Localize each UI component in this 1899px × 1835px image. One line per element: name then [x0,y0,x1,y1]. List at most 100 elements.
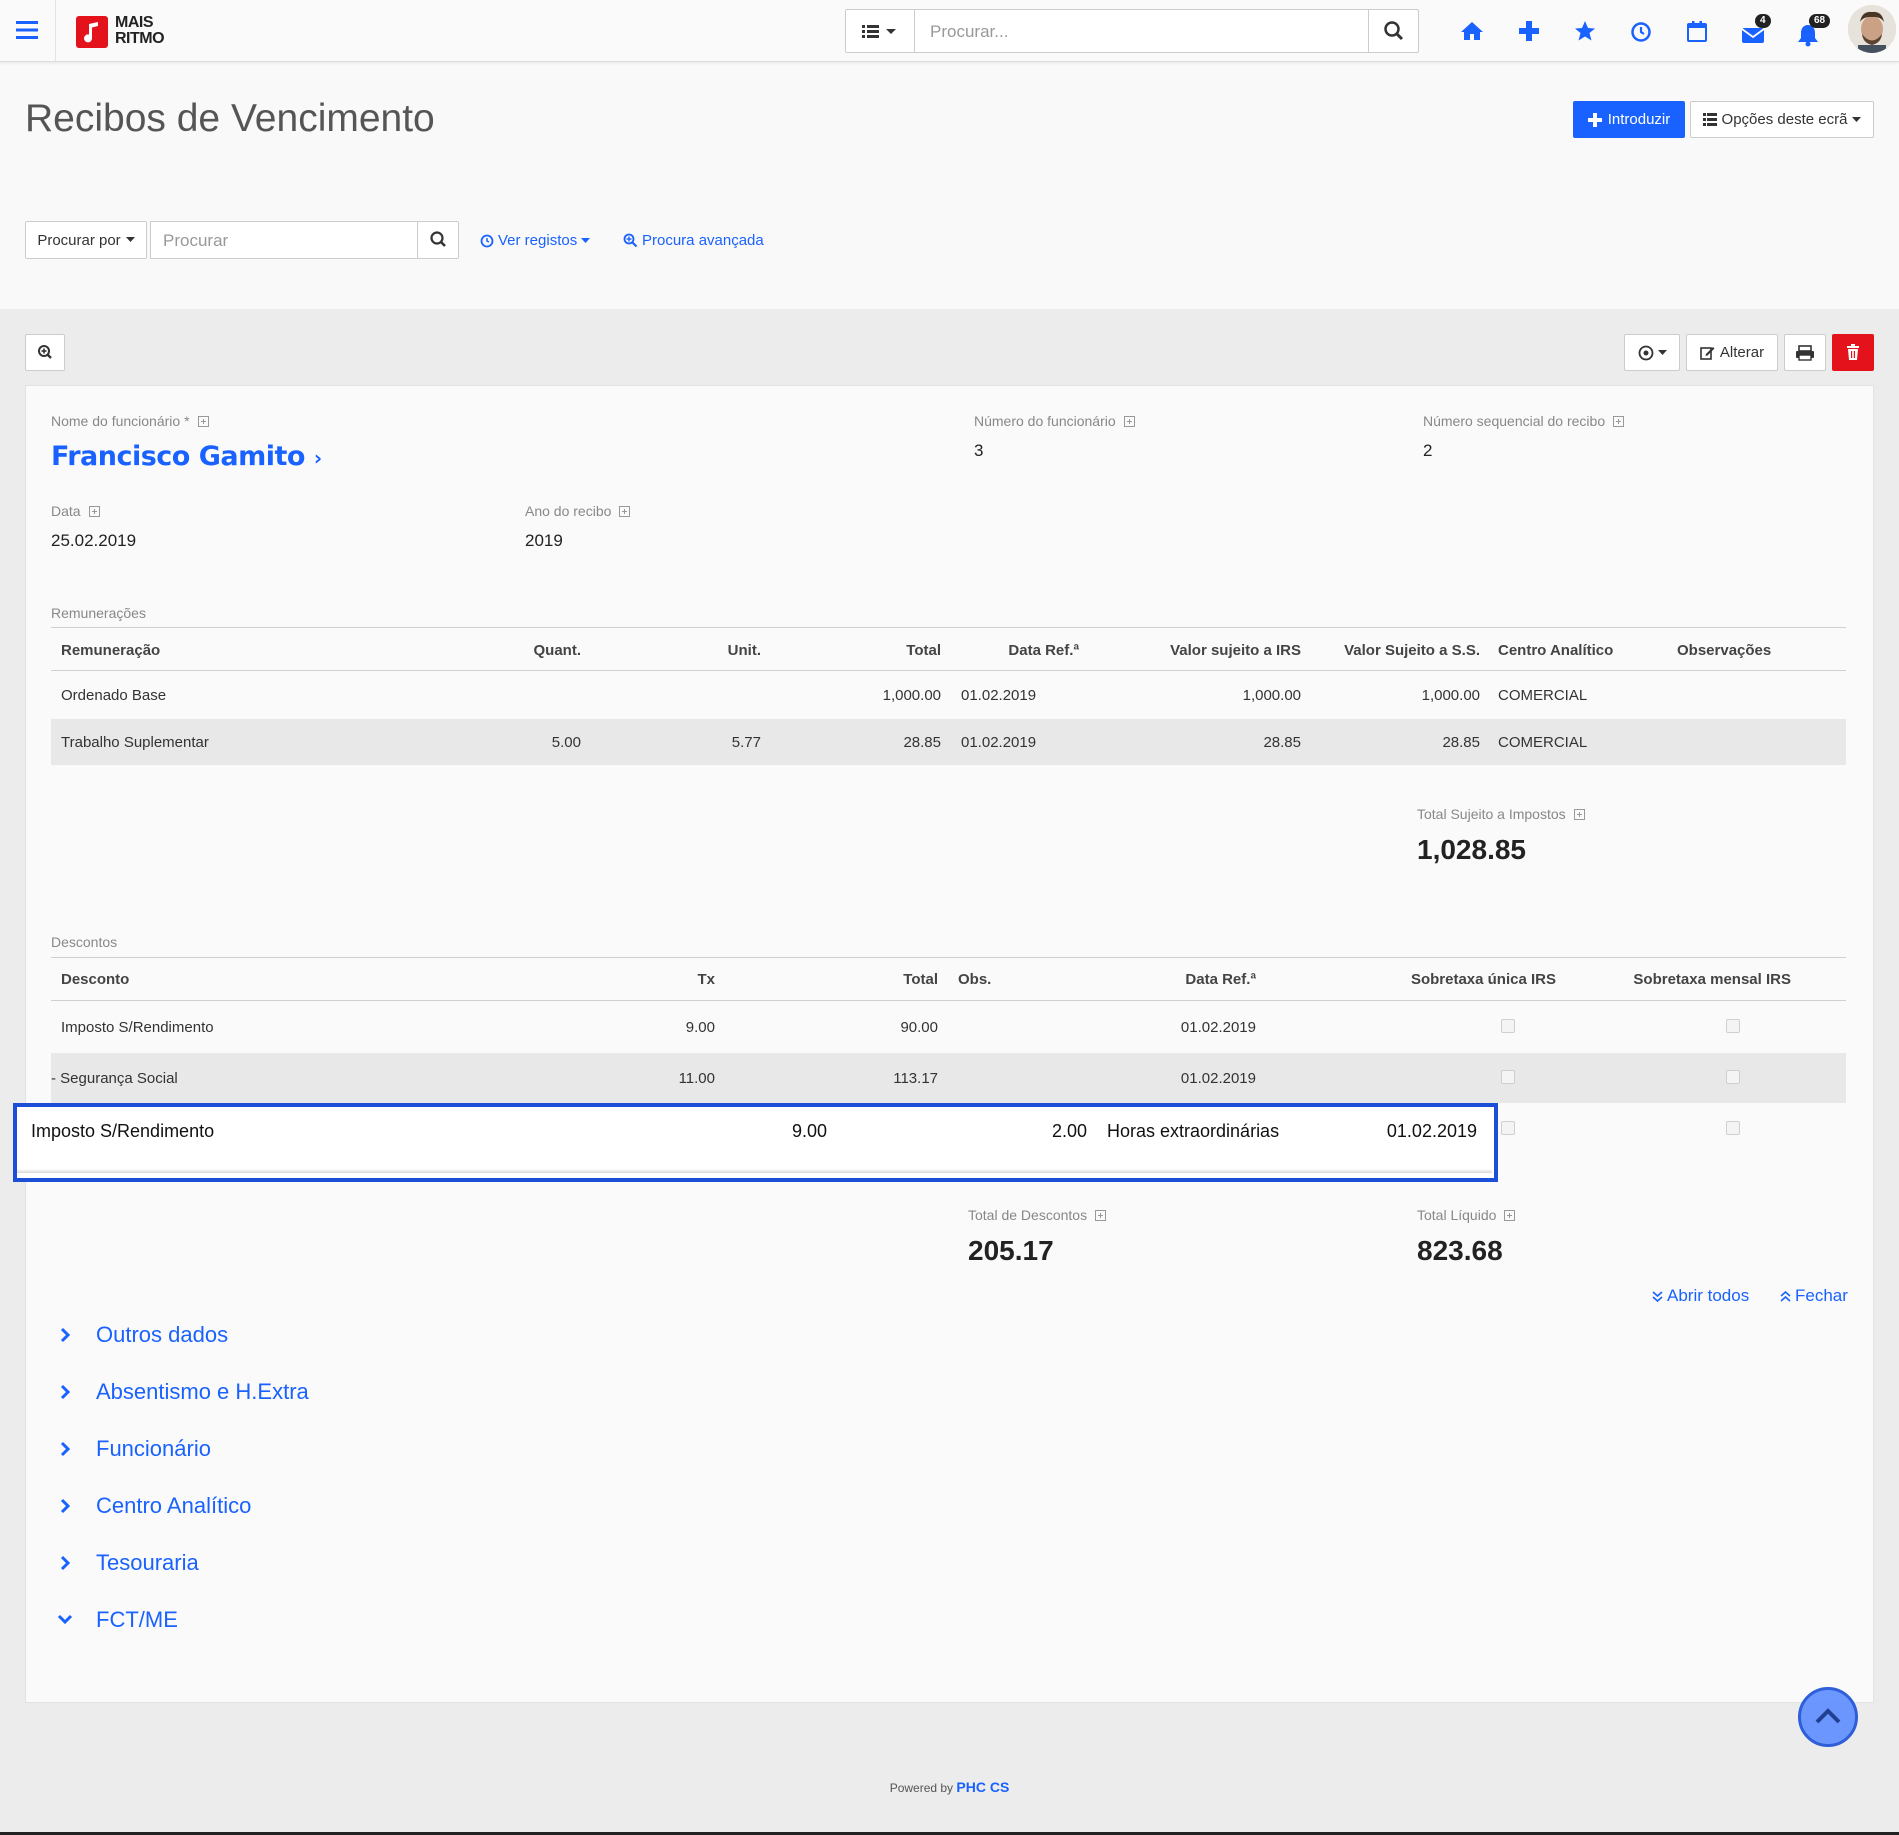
actions-dropdown[interactable] [1624,334,1680,371]
record-search-button[interactable] [417,221,459,259]
sobretaxa-unica-checkbox[interactable] [1501,1121,1515,1135]
avatar[interactable] [1848,5,1896,53]
notification-icon[interactable]: 68 [1796,14,1831,48]
expand-icon[interactable] [197,416,209,427]
mail-icon[interactable]: 4 [1741,14,1771,48]
global-search: Procurar... [845,9,1419,53]
cell-valor-irs: 28.85 [1263,734,1301,751]
screen-options-label: Opções deste ecrã [1721,111,1848,128]
expand-icon[interactable] [1613,416,1625,427]
sobretaxa-mensal-checkbox[interactable] [1726,1070,1740,1084]
editing-row-highlight[interactable]: Imposto S/Rendimento 9.00 2.00 Horas ext… [13,1103,1498,1182]
print-button[interactable] [1784,334,1826,371]
mail-count-badge: 4 [1755,14,1771,28]
cell-data-ref: 01.02.2019 [1180,1070,1256,1087]
screen-options-button[interactable]: Opções deste ecrã [1690,101,1874,138]
chevron-right-icon [60,1555,70,1571]
accordion-outros-dados[interactable]: Outros dados [60,1322,228,1348]
advanced-search-link[interactable]: Procura avançada [623,232,764,249]
expand-icon[interactable] [619,506,631,517]
chevron-right-icon [60,1384,70,1400]
logo-icon[interactable] [76,16,108,48]
search-icon[interactable] [1368,10,1418,52]
home-icon[interactable] [1460,20,1484,42]
record-search-input[interactable]: Procurar [150,221,418,259]
add-icon[interactable] [1518,20,1540,42]
introduce-button[interactable]: Introduzir [1573,101,1685,138]
remuneracoes-section-label: Remunerações [51,605,146,621]
col-observacoes: Observações [1677,642,1772,659]
chevron-down-icon [57,1614,73,1625]
logo-text[interactable]: MAIS RITMO [115,15,165,47]
star-icon[interactable] [1574,20,1596,42]
page-title: Recibos de Vencimento [25,97,435,140]
menu-icon[interactable] [16,20,38,40]
expand-icon[interactable] [1504,1210,1516,1221]
col-unit: Unit. [727,642,761,659]
introduce-label: Introduzir [1607,111,1671,128]
col-valor-irs: Valor sujeito a IRS [1170,642,1301,659]
receipt-seq: 2 [1423,441,1433,460]
advanced-search-label: Procura avançada [642,232,764,249]
accordion-tesouraria[interactable]: Tesouraria [60,1550,199,1576]
close-all-link[interactable]: Fechar [1780,1286,1848,1306]
edit-cell-obs[interactable]: Horas extraordinárias [1107,1121,1279,1142]
open-all-link[interactable]: Abrir todos [1652,1286,1749,1306]
expand-icon[interactable] [1573,809,1585,820]
edit-cell-total[interactable]: 2.00 [967,1121,1087,1142]
edit-cell-data-ref[interactable]: 01.02.2019 [1337,1121,1477,1142]
zoom-record-button[interactable] [25,334,65,371]
table-row[interactable] [51,1053,1846,1103]
global-search-input[interactable]: Procurar... [930,22,1008,42]
accordion-absentismo[interactable]: Absentismo e H.Extra [60,1379,309,1405]
table-row[interactable] [51,1002,1846,1052]
col-centro-analitico: Centro Analítico [1498,642,1614,659]
caret-down-icon [1657,349,1667,355]
year-value: 2019 [525,531,563,550]
clock-icon [480,234,494,247]
plus-icon [1587,112,1602,127]
edit-cell-desconto[interactable]: Imposto S/Rendimento [31,1121,214,1142]
expand-icon[interactable] [1095,1210,1107,1221]
edit-cell-tx[interactable]: 9.00 [717,1121,827,1142]
trash-icon [1847,344,1859,360]
expand-icon[interactable] [88,506,100,517]
accordion-label: Absentismo e H.Extra [96,1379,309,1404]
search-by-dropdown[interactable]: Procurar por [25,221,147,259]
cell-data-ref: 01.02.2019 [961,687,1037,704]
cell-total: 28.85 [903,734,941,751]
search-scope-dropdown[interactable] [846,10,915,52]
col-valor-ss: Valor Sujeito a S.S. [1344,642,1480,659]
sobretaxa-unica-checkbox[interactable] [1501,1070,1515,1084]
accordion-label: Tesouraria [96,1550,199,1575]
sobretaxa-mensal-checkbox[interactable] [1726,1019,1740,1033]
top-navbar: MAIS RITMO Procurar... 4 68 [0,0,1899,62]
accordion-funcionario[interactable]: Funcionário [60,1436,211,1462]
cell-centro-analitico: COMERCIAL [1498,734,1588,751]
cell-tx: 11.00 [678,1070,715,1087]
sobretaxa-unica-checkbox[interactable] [1501,1019,1515,1033]
employee-name-link[interactable]: Francisco Gamito › [51,441,322,472]
caret-down-icon [1852,116,1862,122]
total-taxable-value: 1,028.85 [1417,834,1526,865]
footer-brand-link[interactable]: PHC CS [956,1779,1009,1795]
calendar-icon[interactable] [1686,20,1708,42]
sobretaxa-mensal-checkbox[interactable] [1726,1121,1740,1135]
cell-desconto: Imposto S/Rendimento [61,1019,214,1036]
double-chevron-down-icon [1652,1290,1663,1302]
cell-valor-ss: 1,000.00 [1421,687,1480,704]
scroll-top-button[interactable] [1798,1687,1858,1747]
accordion-centro-analitico[interactable]: Centro Analítico [60,1493,251,1519]
view-records-link[interactable]: Ver registos [480,232,591,249]
date-value: 25.02.2019 [51,531,137,550]
cell-quant: 5.00 [551,734,581,751]
cell-remuneracao: Ordenado Base [61,687,167,704]
accordion-fct-me[interactable]: FCT/ME [57,1607,178,1633]
employee-number: 3 [974,441,984,460]
expand-icon[interactable] [1123,416,1135,427]
delete-button[interactable] [1832,334,1874,371]
edit-button[interactable]: Alterar [1686,334,1778,371]
target-icon [1638,345,1653,360]
total-discounts-label: Total de Descontos [968,1207,1107,1223]
history-icon[interactable] [1630,21,1652,43]
